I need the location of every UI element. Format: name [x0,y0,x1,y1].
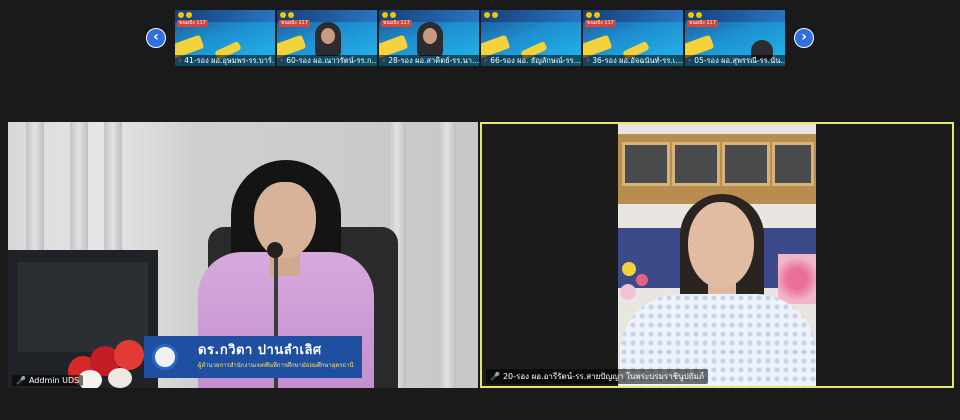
participant-name: ⚡ 28-รอง ผอ.สาคิตย์-รร.นา... [379,55,479,66]
emblem-logo [152,344,178,370]
mic-muted-icon: ⚡ [279,56,285,65]
mic-muted-icon: ⚡ [585,56,591,65]
speaker-face [254,182,316,258]
participant-name: ⚡ 41-รอง ผอ.อุษมพร-รร.บาร์... [175,55,275,66]
participant-thumbnail-6[interactable]: ขนมปัง 117 ⚡ 05-รอง ผอ.สุพรรณี-รร.นั่น... [685,10,785,66]
thumb-tag: ขนมปัง 117 [381,20,412,27]
participant-thumbnail-5[interactable]: ขนมปัง 117 ⚡ 36-รอง ผอ.อัจฉนันท์-รร.เ... [583,10,683,66]
thumb-tag: ขนมปัง 117 [687,20,718,27]
participant-thumbnail-2[interactable]: ขนมปัง 117 ⚡ 60-รอง ผอ.ณาวรัตน์-รร.ก... [277,10,377,66]
participant-name: ⚡ 66-รอง ผอ. ธัญลักษณ์-รร.... [481,55,581,66]
participant-name: ⚡ 60-รอง ผอ.ณาวรัตน์-รร.ก... [277,55,377,66]
mic-muted-icon: ⚡ [483,56,489,65]
video-gallery-strip: ‹ ขนมปัง 117 ⚡ 41-รอง ผอ.อุษมพร-รร.บาร์..… [0,0,960,72]
thumb-tag: ขนมปัง 117 [279,20,310,27]
chevron-left-icon: ‹ [153,29,159,45]
participant-thumbnail-4[interactable]: ⚡ 66-รอง ผอ. ธัญลักษณ์-รร.... [481,10,581,66]
gallery-next-button[interactable]: › [794,28,814,48]
participant-label: 🎤 20-รอง ผอ.อารีรัตน์-รร.สายปัญญา ในพระบร… [486,369,709,384]
thumb-tag: ขนมปัง 117 [585,20,616,27]
nameplate-title: ผู้อำนวยการสำนักงานเขตพื้นที่การศึกษามัธ… [198,362,354,369]
mic-icon: 🎤 [16,376,26,385]
participant-thumbnail-3[interactable]: ขนมปัง 117 ⚡ 28-รอง ผอ.สาคิตย์-รร.นา... [379,10,479,66]
thumb-tag: ขนมปัง 117 [177,20,208,27]
participant-name: ⚡ 36-รอง ผอ.อัจฉนันท์-รร.เ... [583,55,683,66]
chevron-right-icon: › [801,29,807,45]
mic-icon: 🎤 [490,372,500,381]
nameplate-name: ดร.กวิตา ปานลำเลิศ [198,343,322,358]
speaker-face [688,202,754,288]
participant-thumbnail-1[interactable]: ขนมปัง 117 ⚡ 41-รอง ผอ.อุษมพร-รร.บาร์... [175,10,275,66]
mic-muted-icon: ⚡ [177,56,183,65]
participant-label: 🎤 Addmin UDS [12,375,84,386]
microphone [267,242,283,258]
gallery-prev-button[interactable]: ‹ [146,28,166,48]
mic-muted-icon: ⚡ [687,56,693,65]
mic-muted-icon: ⚡ [381,56,387,65]
speaker-video-left[interactable]: ดร.กวิตา ปานลำเลิศ ผู้อำนวยการสำนักงานเข… [8,122,478,388]
participant-name: ⚡ 05-รอง ผอ.สุพรรณี-รร.นั่น... [685,55,785,66]
speaker-video-right[interactable]: 🎤 20-รอง ผอ.อารีรัตน์-รร.สายปัญญา ในพระบร… [480,122,954,388]
participant-video [618,124,816,386]
